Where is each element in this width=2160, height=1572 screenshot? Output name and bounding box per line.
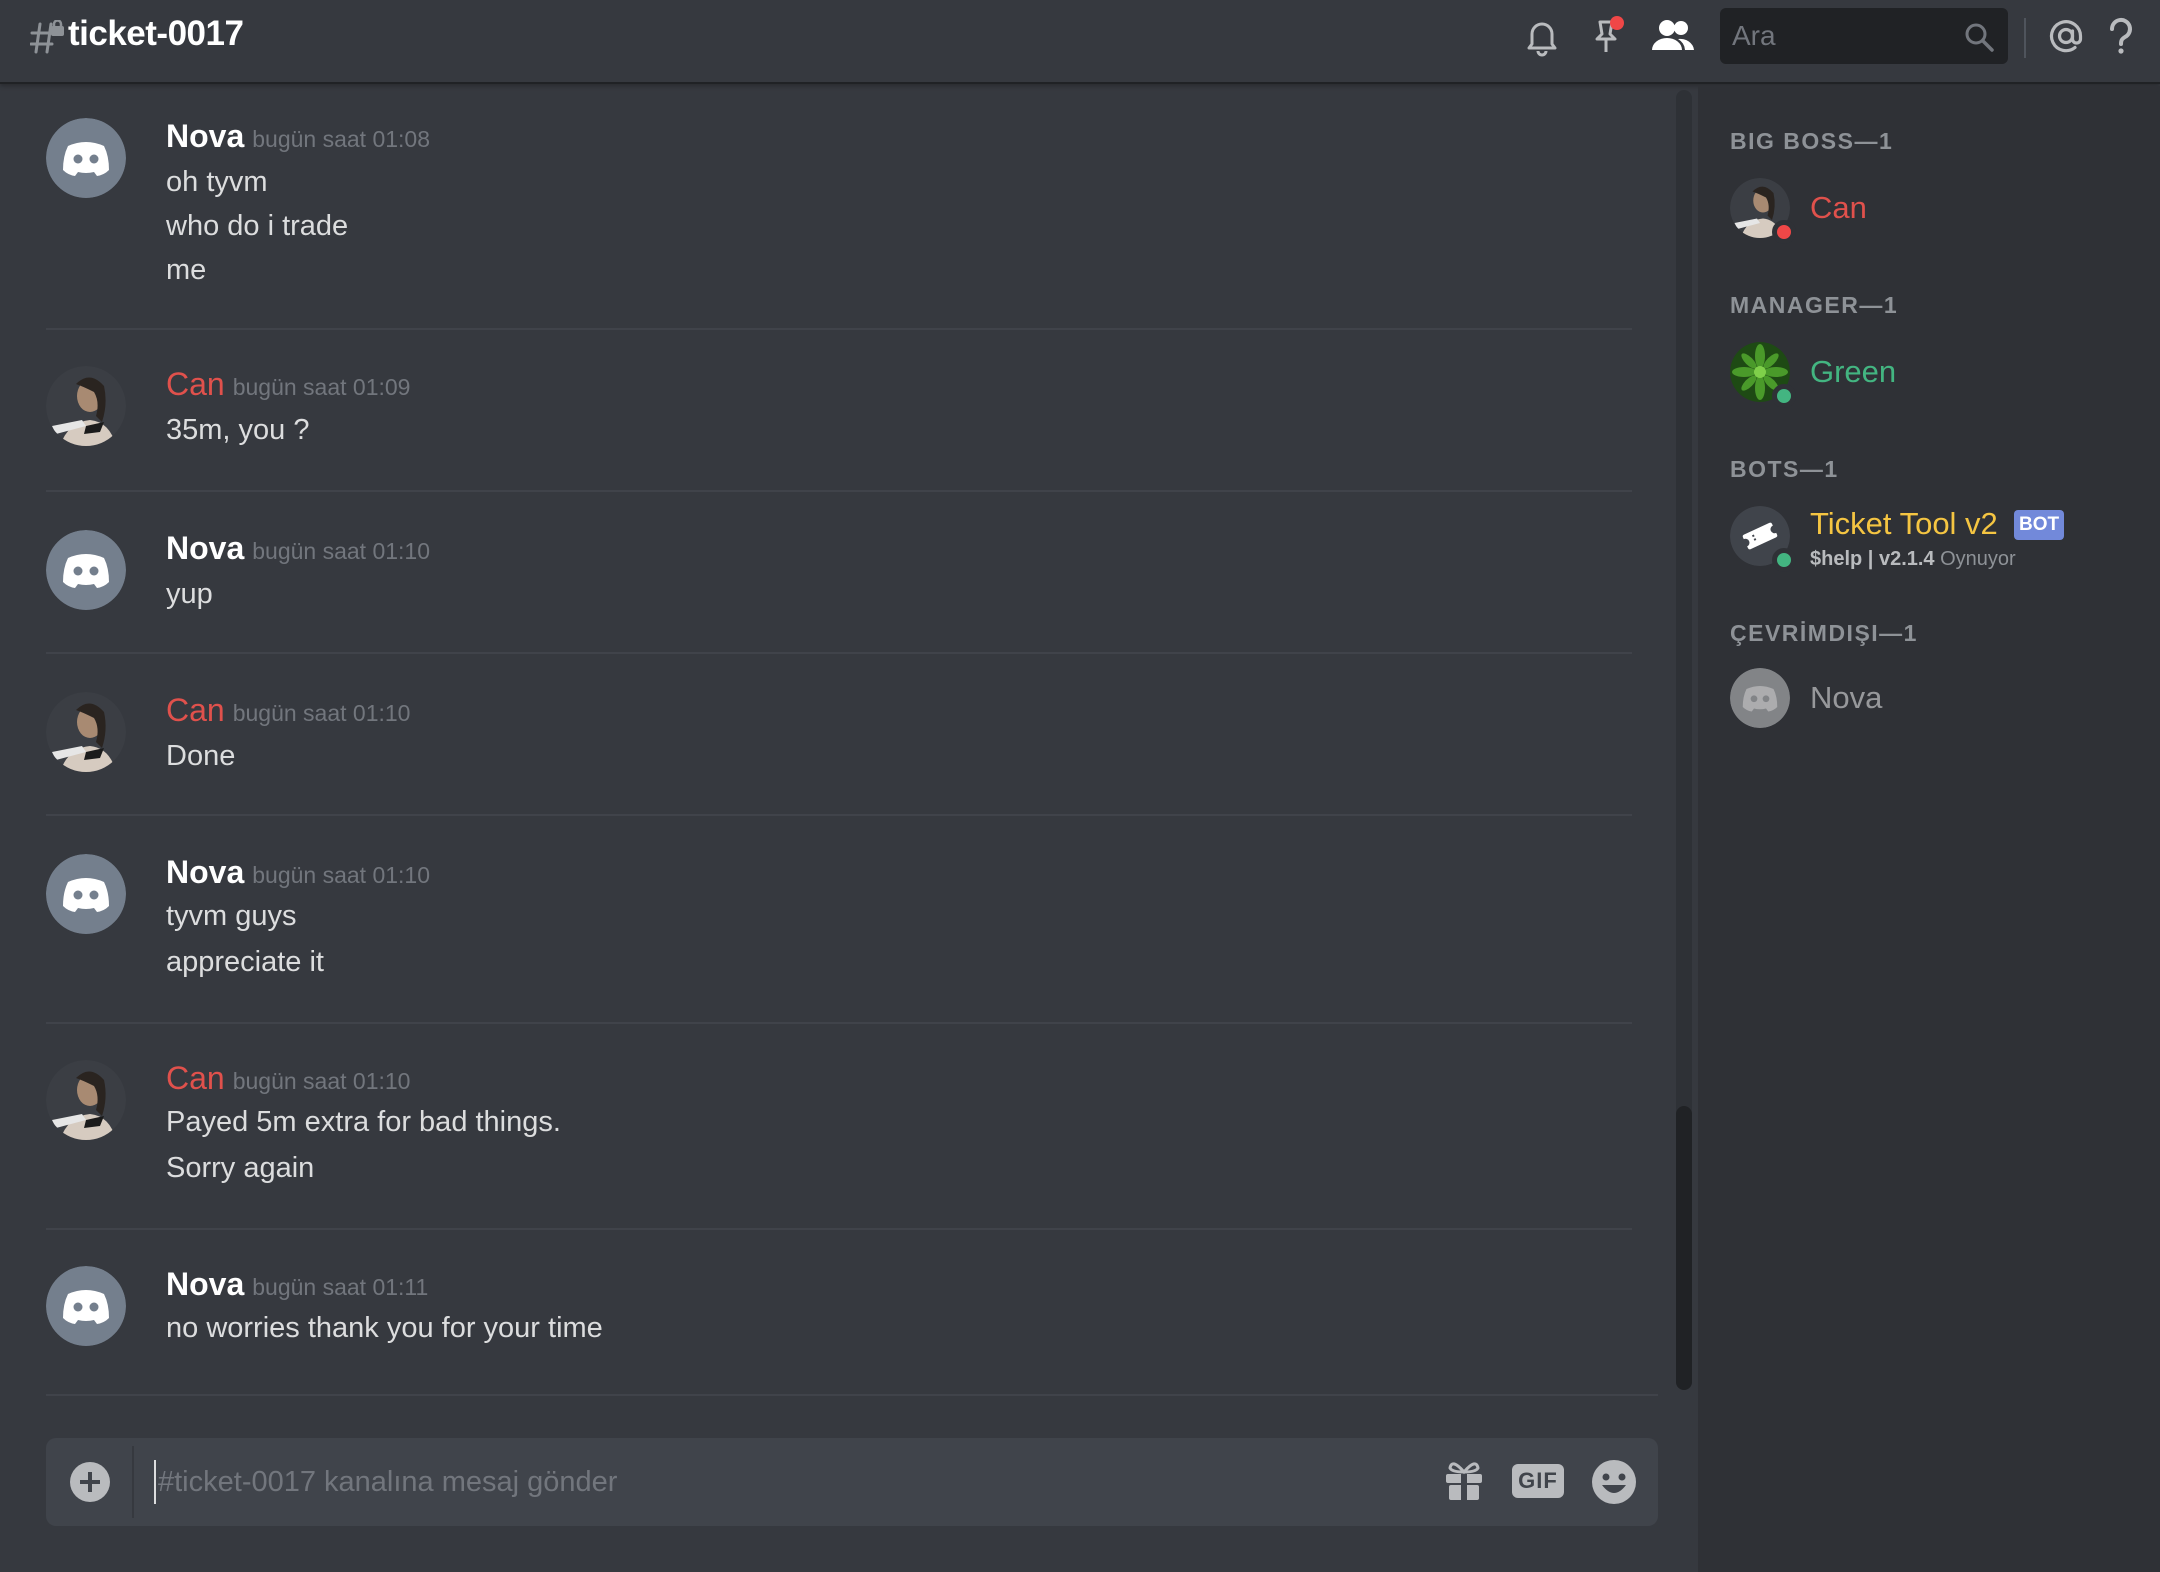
message-text: no worries thank you for your time	[166, 1312, 603, 1344]
message-author[interactable]: Nova	[166, 530, 244, 566]
member-section-title: MANAGER—1	[1730, 292, 1899, 318]
message-group: Can bugün saat 01:10 Payed 5m extra for b…	[0, 1052, 1640, 1230]
message-divider	[46, 1394, 1658, 1396]
message-group: Nova bugün saat 01:08 oh tyvm who do i tr…	[0, 110, 1640, 330]
member-name: Green	[1810, 354, 1897, 389]
scrollbar-thumb[interactable]	[1676, 1106, 1692, 1390]
message-timestamp: bugün saat 01:08	[252, 126, 431, 152]
message-timestamp: bugün saat 01:10	[232, 1068, 411, 1094]
online-status-icon	[1772, 384, 1796, 408]
discord-default-avatar[interactable]	[46, 530, 126, 610]
member-name: Nova	[1810, 680, 1883, 715]
mentions-icon[interactable]	[2044, 14, 2088, 58]
member-item-nova[interactable]: Nova	[1730, 668, 2150, 738]
can-avatar[interactable]	[46, 1060, 126, 1140]
activity-verb: Oynuyor	[1940, 548, 2016, 570]
message-timestamp: bugün saat 01:10	[252, 538, 431, 564]
message-text: tyvm guys	[166, 900, 297, 932]
message-group: Nova bugün saat 01:10 tyvm guys appreciat…	[0, 846, 1640, 1024]
message-divider	[46, 652, 1632, 654]
search-icon	[1965, 23, 1994, 52]
message-divider	[46, 814, 1632, 816]
member-item-ticket-tool[interactable]: Ticket Tool v2 BOT $help | v2.1.4 Oynuyo…	[1730, 506, 2150, 576]
member-name: Can	[1810, 190, 1867, 225]
composer-divider	[132, 1446, 134, 1518]
member-item-green[interactable]: Green	[1730, 342, 2150, 412]
message-group: Nova bugün saat 01:11 no worries thank yo…	[0, 1258, 1658, 1398]
discord-default-avatar[interactable]	[46, 118, 126, 198]
message-text: me	[166, 254, 207, 286]
gif-picker-button[interactable]: GIF	[1512, 1464, 1564, 1498]
member-item-can[interactable]: Can	[1730, 178, 2150, 248]
discord-default-avatar	[1730, 668, 1790, 728]
message-author[interactable]: Nova	[166, 1266, 244, 1302]
message-text: appreciate it	[166, 946, 324, 978]
dnd-status-icon	[1772, 220, 1796, 244]
message-author[interactable]: Nova	[166, 854, 244, 890]
message-author[interactable]: Can	[166, 1060, 225, 1096]
message-author[interactable]: Can	[166, 692, 225, 728]
message-text: oh tyvm	[166, 166, 268, 198]
message-text: Done	[166, 740, 236, 772]
message-author[interactable]: Can	[166, 366, 225, 402]
discord-app: ticket-0017 Ara Nova bugün saat 01:08 oh…	[0, 0, 2160, 1572]
message-text: who do i trade	[166, 210, 349, 242]
bot-badge: BOT	[2014, 510, 2065, 540]
member-section-title: ÇEVRİMDIŞI—1	[1730, 620, 1918, 646]
help-icon[interactable]	[2106, 14, 2136, 58]
message-text: Payed 5m extra for bad things.	[166, 1106, 561, 1138]
message-timestamp: bugün saat 01:10	[232, 700, 411, 726]
online-status-icon	[1772, 548, 1796, 572]
message-composer: GIF	[46, 1438, 1658, 1526]
search-input[interactable]	[1732, 16, 1952, 56]
search-bar[interactable]	[1720, 8, 2008, 64]
can-avatar[interactable]	[46, 366, 126, 446]
notification-bell-icon[interactable]	[1520, 14, 1564, 58]
message-timestamp: bugün saat 01:11	[252, 1274, 429, 1300]
emoji-picker-icon[interactable]	[1590, 1458, 1638, 1506]
channel-header: ticket-0017	[0, 0, 2160, 84]
message-divider	[46, 1228, 1632, 1230]
message-text: Sorry again	[166, 1152, 315, 1184]
message-timestamp: bugün saat 01:09	[232, 374, 411, 400]
message-divider	[46, 490, 1632, 492]
message-timestamp: bugün saat 01:10	[252, 862, 431, 888]
pinned-messages-icon[interactable]	[1586, 14, 1630, 58]
can-avatar[interactable]	[46, 692, 126, 772]
message-author[interactable]: Nova	[166, 118, 244, 154]
message-text: yup	[166, 578, 213, 610]
message-divider	[46, 1022, 1632, 1024]
channel-title: ticket-0017	[68, 14, 244, 53]
discord-default-avatar[interactable]	[46, 1266, 126, 1346]
member-list-sidebar: BIG BOSS—1 Can MANAGER—1 Green BOTS—1 Ti…	[1698, 86, 2160, 1572]
activity-game: $help | v2.1.4	[1810, 548, 1935, 570]
member-list-icon[interactable]	[1648, 14, 1696, 58]
message-group: Can bugün saat 01:09 35m, you ?	[0, 360, 1640, 492]
member-activity: $help | v2.1.4 Oynuyor	[1810, 548, 2016, 571]
discord-default-avatar[interactable]	[46, 854, 126, 934]
member-name: Ticket Tool v2	[1810, 506, 1998, 541]
member-section-title: BOTS—1	[1730, 456, 1839, 482]
message-input[interactable]	[154, 1460, 1414, 1504]
member-section-title: BIG BOSS—1	[1730, 128, 1894, 154]
gif-label: GIF	[1518, 1468, 1558, 1493]
message-group: Nova bugün saat 01:10 yup	[0, 522, 1640, 654]
text-channel-locked-icon	[30, 20, 64, 54]
header-divider	[2024, 18, 2026, 58]
message-group: Can bugün saat 01:10 Done	[0, 684, 1640, 816]
upload-plus-icon[interactable]	[68, 1460, 112, 1504]
message-text: 35m, you ?	[166, 414, 310, 446]
message-divider	[46, 328, 1632, 330]
gift-icon[interactable]	[1442, 1458, 1486, 1502]
